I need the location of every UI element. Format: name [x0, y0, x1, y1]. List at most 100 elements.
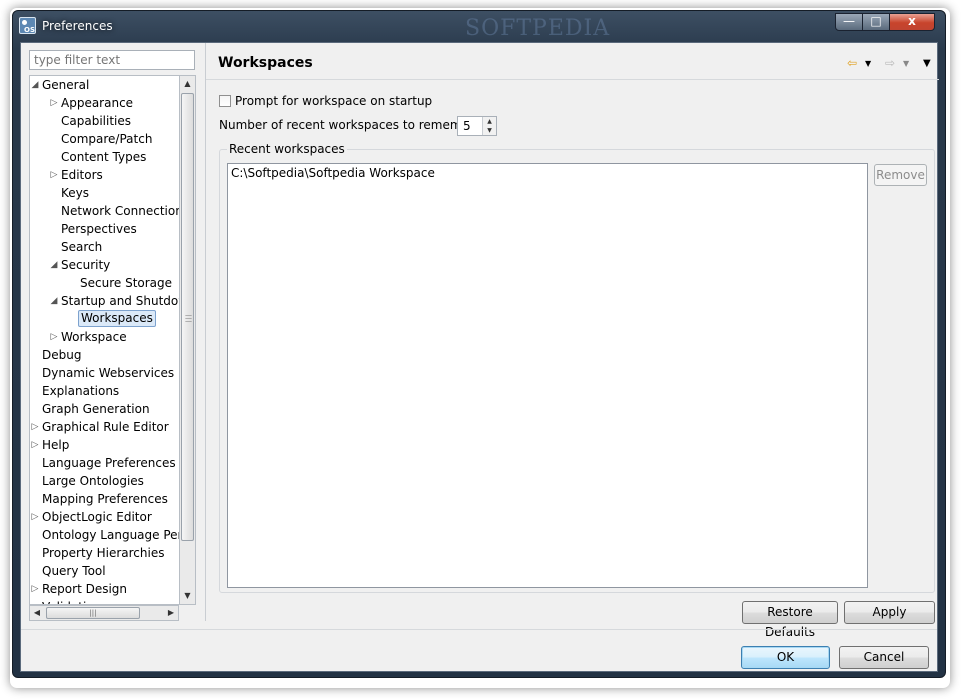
collapsed-twisty-icon[interactable]: ▷: [49, 166, 59, 184]
collapsed-twisty-icon[interactable]: ▷: [30, 580, 40, 598]
tree-item[interactable]: Network Connection: [30, 202, 179, 220]
tree-item[interactable]: Compare/Patch: [30, 130, 179, 148]
cancel-button[interactable]: Cancel: [839, 646, 929, 669]
tree-item[interactable]: ◢Startup and Shutdown: [30, 292, 179, 310]
minimize-button[interactable]: —: [835, 13, 863, 31]
tree-item[interactable]: ▷ Workspace: [30, 328, 179, 346]
tree-item[interactable]: Keys: [30, 184, 179, 202]
tree-item-label: General: [42, 78, 90, 92]
tree-item[interactable]: Workspaces: [30, 310, 179, 328]
tree-item[interactable]: Content Types: [30, 148, 179, 166]
pane-divider[interactable]: [205, 43, 206, 621]
tree-item-label: Startup and Shutdown: [61, 294, 179, 308]
tree-item[interactable]: Query Tool: [30, 562, 179, 580]
tree-item[interactable]: Property Hierarchies: [30, 544, 179, 562]
ok-button[interactable]: OK: [741, 646, 830, 669]
recent-count-spinner[interactable]: 5 ▲ ▼: [457, 116, 497, 136]
tree-item-label: Compare/Patch: [61, 132, 153, 146]
tree-item-label: Editors: [61, 168, 103, 182]
filter-input[interactable]: [29, 50, 195, 70]
expanded-twisty-icon[interactable]: ◢: [49, 292, 59, 310]
tree-item-label: Language Preferences: [42, 456, 176, 470]
recent-count-value[interactable]: 5: [463, 119, 471, 133]
tree-item-label: Workspaces: [78, 310, 156, 327]
tree-item-label: Validation: [40, 598, 103, 604]
recent-workspaces-list[interactable]: C:\Softpedia\Softpedia Workspace: [227, 163, 868, 588]
spin-down-icon[interactable]: ▼: [482, 126, 496, 135]
hscroll-thumb[interactable]: |||: [46, 607, 140, 619]
tree-item-label: Mapping Preferences: [42, 492, 168, 506]
footer-separator: [21, 629, 937, 630]
tree-item-label: Capabilities: [61, 114, 131, 128]
tree-vertical-scrollbar[interactable]: ▲ — — — ▼: [179, 75, 196, 605]
title-bar[interactable]: Preferences SOFTPEDIA — □ x: [13, 11, 945, 43]
apply-button[interactable]: Apply: [844, 601, 935, 624]
list-item[interactable]: C:\Softpedia\Softpedia Workspace: [231, 166, 435, 180]
tree-item-label: Ontology Language Perspectives: [42, 528, 179, 542]
tree-item-label: Network Connection: [61, 204, 179, 218]
watermark: SOFTPEDIA: [465, 16, 611, 41]
back-menu-icon[interactable]: ▼: [865, 59, 871, 68]
remove-button[interactable]: Remove: [874, 164, 927, 186]
collapsed-twisty-icon[interactable]: ▷: [49, 94, 59, 112]
collapsed-twisty-icon[interactable]: ▷: [49, 328, 59, 346]
tree-item[interactable]: Secure Storage: [30, 274, 179, 292]
tree-item[interactable]: ◢ General: [30, 76, 179, 94]
expanded-twisty-icon[interactable]: ◢: [49, 256, 59, 274]
tree-item-label: Explanations: [42, 384, 120, 398]
tree-item[interactable]: Mapping Preferences: [30, 490, 179, 508]
tree-item-label: Graphical Rule Editor: [42, 420, 169, 434]
tree-item-label: Appearance: [61, 96, 134, 110]
view-menu-icon[interactable]: ▼: [923, 58, 931, 69]
scroll-down-icon[interactable]: ▼: [180, 588, 195, 604]
tree-item[interactable]: Explanations: [30, 382, 179, 400]
scroll-up-icon[interactable]: ▲: [180, 76, 195, 92]
scroll-right-icon[interactable]: ▶: [164, 606, 178, 620]
tree-horizontal-scrollbar[interactable]: ◀ ||| ▶: [29, 605, 179, 621]
preference-tree[interactable]: ◢ General ▷ Appearance Capabilities Compare/P…: [29, 75, 179, 605]
forward-menu-icon[interactable]: ▼: [903, 59, 909, 68]
tree-item[interactable]: ▷ Help: [30, 436, 179, 454]
tree-item-label: Query Tool: [42, 564, 106, 578]
tree-item[interactable]: Debug: [30, 346, 179, 364]
tree-item-label: Property Hierarchies: [42, 546, 165, 560]
grip-icon: — — —: [185, 311, 192, 325]
scroll-thumb[interactable]: — — —: [181, 93, 194, 541]
tree-item[interactable]: Dynamic Webservices: [30, 364, 179, 382]
tree-item-label: Graph Generation: [42, 402, 150, 416]
prompt-workspace-checkbox[interactable]: [219, 95, 231, 107]
tree-item[interactable]: Perspectives: [30, 220, 179, 238]
collapsed-twisty-icon[interactable]: ▷: [30, 508, 40, 526]
forward-arrow-icon[interactable]: ⇨: [885, 56, 895, 70]
tree-item[interactable]: Validation: [30, 598, 179, 604]
tree-item[interactable]: Large Ontologies: [30, 472, 179, 490]
back-arrow-icon[interactable]: ⇦: [847, 56, 857, 70]
dialog-client: ◢General▷AppearanceCapabilitiesCompare/P…: [20, 42, 939, 672]
tree-item-label: Security: [61, 258, 111, 272]
prompt-workspace-label[interactable]: Prompt for workspace on startup: [235, 94, 432, 108]
tree-item[interactable]: Search: [30, 238, 179, 256]
tree-item[interactable]: Ontology Language Perspectives: [30, 526, 179, 544]
tree-item[interactable]: Capabilities: [30, 112, 179, 130]
tree-item[interactable]: ▷ Editors: [30, 166, 179, 184]
tree-item[interactable]: ▷ Graphical Rule Editor: [30, 418, 179, 436]
tree-item[interactable]: ▷ ObjectLogic Editor: [30, 508, 179, 526]
restore-defaults-button[interactable]: Restore Defaults: [742, 601, 838, 639]
collapsed-twisty-icon[interactable]: ▷: [30, 436, 40, 454]
close-button[interactable]: x: [889, 13, 935, 31]
preference-navigator: ◢General▷AppearanceCapabilitiesCompare/P…: [21, 43, 205, 621]
recent-workspaces-label: Recent workspaces: [227, 142, 347, 156]
window-title: Preferences: [42, 19, 113, 33]
tree-item[interactable]: ▷ Report Design: [30, 580, 179, 598]
expanded-twisty-icon[interactable]: ◢: [30, 76, 40, 94]
tree-item[interactable]: Language Preferences: [30, 454, 179, 472]
tree-item[interactable]: ◢ Security: [30, 256, 179, 274]
maximize-button[interactable]: □: [862, 13, 890, 31]
collapsed-twisty-icon[interactable]: ▷: [30, 418, 40, 436]
tree-item-label: Help: [42, 438, 70, 452]
tree-item[interactable]: ▷ Appearance: [30, 94, 179, 112]
scroll-left-icon[interactable]: ◀: [30, 606, 44, 620]
tree-item-label: Content Types: [61, 150, 147, 164]
tree-item[interactable]: Graph Generation: [30, 400, 179, 418]
title-separator: [206, 79, 939, 80]
